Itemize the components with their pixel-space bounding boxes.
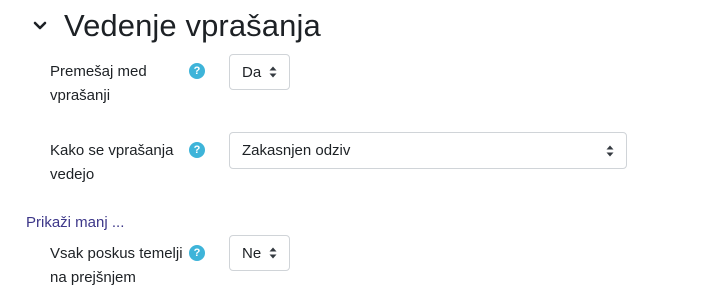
behaviour-select-value: Zakasnjen odziv xyxy=(242,142,351,159)
select-arrows-icon xyxy=(606,145,614,156)
build-on-last-label-line1: Vsak poskus temelji xyxy=(50,245,183,262)
behaviour-label-line2: vedejo xyxy=(50,166,95,183)
behaviour-label-line1: Kako se vprašanja xyxy=(50,142,174,159)
section-title: Vedenje vprašanja xyxy=(64,8,321,43)
build-on-last-select[interactable]: Ne xyxy=(229,235,290,271)
shuffle-select[interactable]: Da xyxy=(229,54,290,90)
shuffle-label: Premešaj med vprašanji xyxy=(50,60,147,108)
show-less-link[interactable]: Prikaži manj ... xyxy=(26,213,124,233)
select-arrows-icon xyxy=(269,247,277,259)
chevron-down-icon[interactable] xyxy=(30,16,50,36)
section-header[interactable]: Vedenje vprašanja xyxy=(30,6,321,46)
help-icon[interactable]: ? xyxy=(189,142,205,158)
build-on-last-label: Vsak poskus temelji na prejšnjem xyxy=(50,242,183,290)
shuffle-label-line1: Premešaj med xyxy=(50,63,147,80)
shuffle-label-line2: vprašanji xyxy=(50,87,111,104)
behaviour-select[interactable]: Zakasnjen odziv xyxy=(229,132,627,169)
behaviour-label: Kako se vprašanja vedejo xyxy=(50,139,173,187)
select-arrows-icon xyxy=(269,66,277,78)
shuffle-select-value: Da xyxy=(242,63,262,81)
build-on-last-label-line2: na prejšnjem xyxy=(50,269,136,286)
help-icon[interactable]: ? xyxy=(189,245,205,261)
help-icon[interactable]: ? xyxy=(189,63,205,79)
build-on-last-select-value: Ne xyxy=(242,244,262,262)
